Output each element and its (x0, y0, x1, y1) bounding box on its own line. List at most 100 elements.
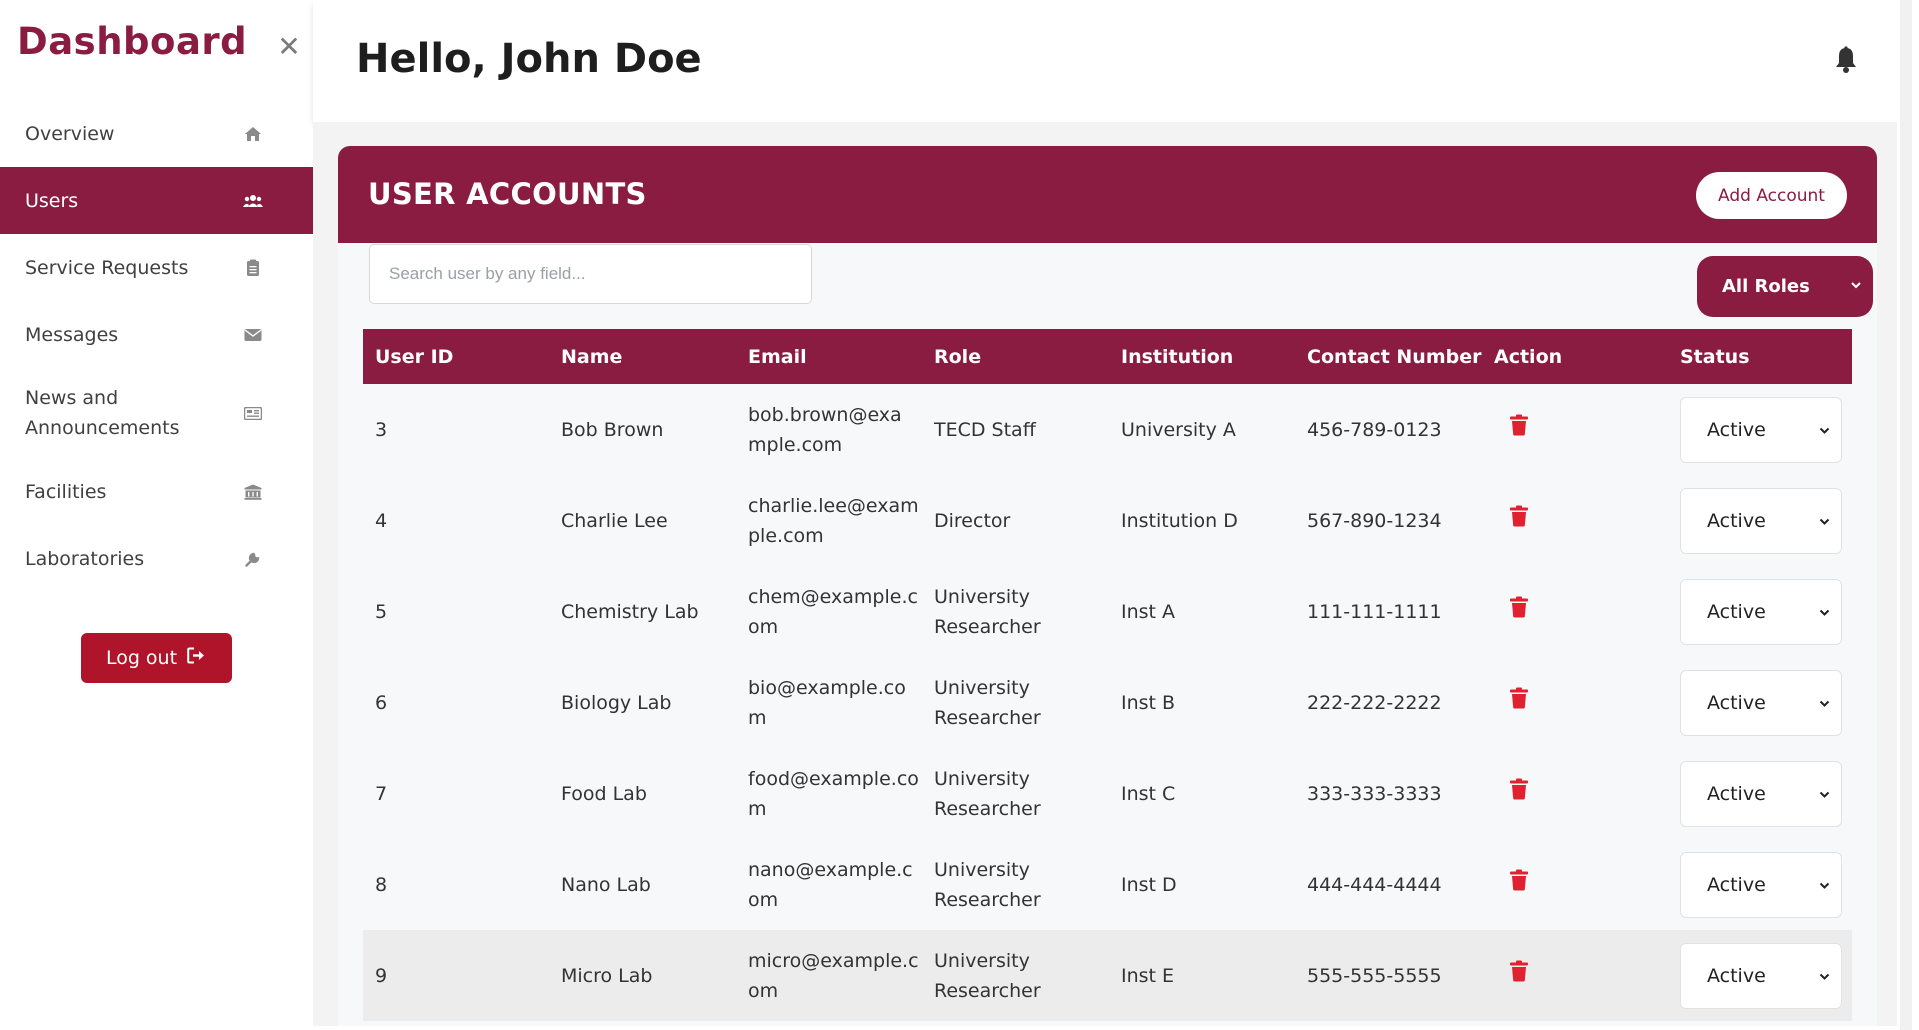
cell-email: food@example.co m (736, 764, 922, 824)
main-content: USER ACCOUNTS Add Account All Roles User… (313, 122, 1897, 1026)
cell-role-line-1: University (934, 767, 1030, 790)
cell-contact: 111-111-1111 (1307, 600, 1442, 623)
table-row: 8 Nano Lab nano@example.c om University … (363, 839, 1852, 930)
cell-role: University Researcher (922, 855, 1109, 915)
wrench-icon (242, 548, 264, 570)
cell-role-line-1: Director (934, 509, 1011, 532)
sidebar-item-label: Users (25, 189, 79, 212)
cell-status: Active (1668, 578, 1852, 645)
table-row: 5 Chemistry Lab chem@example.c om Univer… (363, 566, 1852, 657)
cell-user-id: 7 (375, 782, 388, 805)
sidebar-item-news[interactable]: News and Announcements (0, 368, 313, 458)
scrollbar[interactable] (1900, 0, 1912, 1030)
cell-status: Active (1668, 760, 1852, 827)
cell-email-line-1: bio@example.co (748, 676, 906, 699)
status-select[interactable]: Active (1680, 851, 1842, 918)
cell-action (1482, 414, 1668, 445)
sidebar-item-overview[interactable]: Overview (0, 100, 313, 167)
cell-action (1482, 505, 1668, 536)
close-sidebar-icon[interactable]: ✕ (276, 33, 302, 61)
sidebar-item-label: Messages (25, 323, 119, 346)
cell-name: Charlie Lee (561, 509, 668, 532)
sidebar-item-label: Laboratories (25, 547, 145, 570)
cell-institution: Inst A (1121, 600, 1176, 623)
card-header: USER ACCOUNTS Add Account (338, 146, 1877, 243)
role-filter-select[interactable]: All Roles (1697, 256, 1873, 317)
status-select[interactable]: Active (1680, 578, 1842, 645)
sidebar-item-service-requests[interactable]: Service Requests (0, 234, 313, 301)
sidebar-item-users[interactable]: Users (0, 167, 313, 234)
status-select[interactable]: Active (1680, 396, 1842, 463)
cell-action (1482, 778, 1668, 809)
cell-institution: University A (1121, 418, 1236, 441)
cell-action (1482, 596, 1668, 627)
trash-icon[interactable] (1509, 596, 1529, 618)
status-select[interactable]: Active (1680, 487, 1842, 554)
cell-name: Food Lab (561, 782, 647, 805)
table-row: 4 Charlie Lee charlie.lee@exam ple.com D… (363, 475, 1852, 566)
cell-role-line-2: Researcher (934, 706, 1041, 729)
sidebar-item-laboratories[interactable]: Laboratories (0, 525, 313, 592)
column-header-role: Role (934, 345, 982, 368)
sidebar-item-label: Overview (25, 122, 115, 145)
cell-name: Bob Brown (561, 418, 664, 441)
cell-contact: 567-890-1234 (1307, 509, 1442, 532)
status-select[interactable]: Active (1680, 669, 1842, 736)
cell-role: University Researcher (922, 673, 1109, 733)
cell-contact: 555-555-5555 (1307, 964, 1442, 987)
sidebar-item-facilities[interactable]: Facilities (0, 458, 313, 525)
users-icon (242, 190, 264, 212)
card-title: USER ACCOUNTS (368, 177, 647, 211)
bell-icon[interactable] (1833, 46, 1859, 74)
add-account-button[interactable]: Add Account (1696, 172, 1847, 219)
cell-email-line-2: ple.com (748, 524, 824, 547)
cell-user-id: 3 (375, 418, 388, 441)
user-accounts-card: USER ACCOUNTS Add Account All Roles User… (338, 146, 1877, 1026)
role-filter-value: All Roles (1722, 276, 1810, 297)
status-value: Active (1707, 509, 1766, 532)
status-select[interactable]: Active (1680, 942, 1842, 1009)
table-row: 7 Food Lab food@example.co m University … (363, 748, 1852, 839)
chevron-down-icon (1819, 791, 1830, 798)
logout-label: Log out (105, 647, 178, 669)
cell-role-line-2: Researcher (934, 615, 1041, 638)
chevron-down-icon (1819, 700, 1830, 707)
cell-email-line-2: mple.com (748, 433, 843, 456)
cell-action (1482, 960, 1668, 991)
trash-icon[interactable] (1509, 687, 1529, 709)
logout-button[interactable]: Log out (81, 633, 232, 683)
cell-status: Active (1668, 396, 1852, 463)
cell-email-line-1: food@example.co (748, 767, 919, 790)
cell-email-line-2: om (748, 888, 779, 911)
clipboard-icon (242, 257, 264, 279)
column-header-institution: Institution (1121, 345, 1234, 368)
cell-user-id: 5 (375, 600, 388, 623)
cell-role: TECD Staff (922, 415, 1109, 445)
cell-email-line-2: m (748, 797, 767, 820)
home-icon (242, 123, 264, 145)
user-accounts-table: User ID Name Email Role Institution Cont… (363, 329, 1852, 1021)
cell-email-line-2: om (748, 615, 779, 638)
brand-title: Dashboard (17, 20, 248, 63)
status-value: Active (1707, 873, 1766, 896)
cell-status: Active (1668, 942, 1852, 1009)
trash-icon[interactable] (1509, 778, 1529, 800)
building-icon (242, 481, 264, 503)
trash-icon[interactable] (1509, 505, 1529, 527)
status-select[interactable]: Active (1680, 760, 1842, 827)
sidebar-nav: Overview Users Service Requests Messages (0, 100, 313, 592)
sidebar-item-messages[interactable]: Messages (0, 301, 313, 368)
search-input[interactable] (369, 244, 812, 304)
column-header-action: Action (1494, 345, 1563, 368)
chevron-down-icon (1819, 882, 1830, 889)
trash-icon[interactable] (1509, 960, 1529, 982)
page-greeting: Hello, John Doe (356, 36, 702, 82)
cell-name: Chemistry Lab (561, 600, 699, 623)
trash-icon[interactable] (1509, 414, 1529, 436)
status-value: Active (1707, 600, 1766, 623)
column-header-status: Status (1680, 345, 1750, 368)
cell-email-line-2: m (748, 706, 767, 729)
cell-role-line-1: TECD Staff (934, 418, 1036, 441)
trash-icon[interactable] (1509, 869, 1529, 891)
cell-user-id: 4 (375, 509, 388, 532)
